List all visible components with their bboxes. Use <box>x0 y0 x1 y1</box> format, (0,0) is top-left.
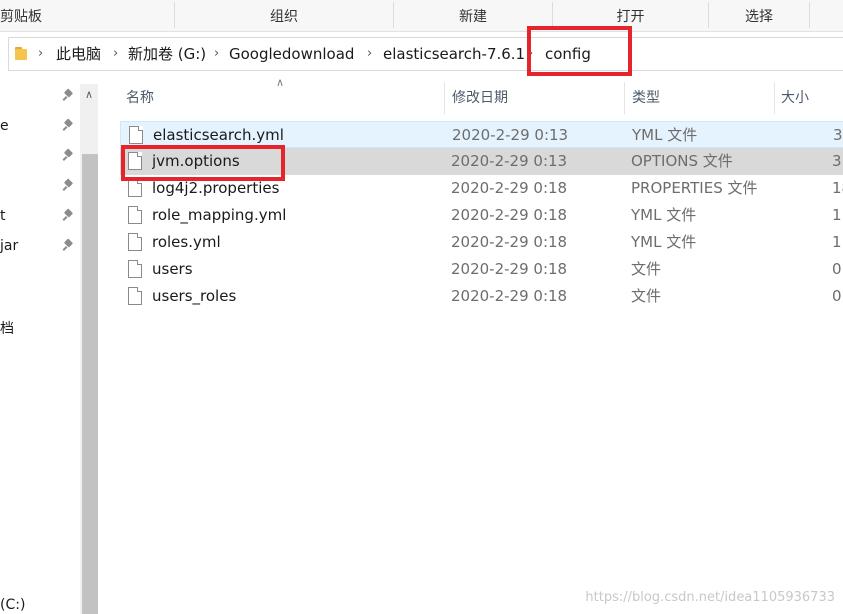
file-date: 2020-2-29 0:18 <box>451 260 568 278</box>
column-divider[interactable] <box>444 82 445 114</box>
file-row-users-roles[interactable]: users_roles 2020-2-29 0:18 文件 0 <box>120 283 843 310</box>
file-type: 文件 <box>631 260 662 278</box>
file-row-elasticsearch-yml[interactable]: elasticsearch.yml 2020-2-29 0:13 YML 文件 … <box>120 121 843 148</box>
breadcrumb-this-pc[interactable]: 此电脑 <box>56 38 101 70</box>
ribbon-group-labels: 剪贴板 组织 新建 打开 选择 <box>0 0 843 32</box>
chevron-right-icon[interactable]: › <box>113 38 118 70</box>
file-type: PROPERTIES 文件 <box>631 179 758 197</box>
file-icon <box>129 126 143 144</box>
ribbon-group-organize[interactable]: 组织 <box>175 0 393 32</box>
pin-icon[interactable] <box>62 208 74 222</box>
file-size: 1 <box>832 233 842 251</box>
column-header-date[interactable]: 修改日期 <box>452 86 508 110</box>
chevron-right-icon[interactable]: › <box>367 38 372 70</box>
pin-icon[interactable] <box>62 118 74 132</box>
file-row-roles-yml[interactable]: roles.yml 2020-2-29 0:18 YML 文件 1 <box>120 229 843 256</box>
nav-scrollbar-thumb[interactable] <box>82 154 98 614</box>
ribbon-divider <box>809 2 810 28</box>
scroll-up-arrow-icon[interactable]: ∧ <box>80 84 98 104</box>
file-icon <box>128 179 142 197</box>
sort-ascending-icon: ∧ <box>276 76 285 89</box>
file-icon <box>128 287 142 305</box>
column-header-type[interactable]: 类型 <box>632 86 660 110</box>
pin-icon[interactable] <box>62 148 74 162</box>
file-size: 18 <box>832 179 843 197</box>
nav-item-fragment[interactable]: t <box>0 208 6 224</box>
file-type: YML 文件 <box>632 126 698 144</box>
ribbon-group-clipboard[interactable]: 剪贴板 <box>0 0 58 32</box>
file-size: 3 <box>833 126 843 144</box>
column-header-size[interactable]: 大小 <box>781 86 809 110</box>
file-type: OPTIONS 文件 <box>631 152 733 170</box>
file-date: 2020-2-29 0:13 <box>452 126 569 144</box>
file-date: 2020-2-29 0:18 <box>451 179 568 197</box>
file-size: 0 <box>832 287 842 305</box>
file-name: role_mapping.yml <box>152 206 287 224</box>
address-bar[interactable]: › 此电脑 › 新加卷 (G:) › Googledownload › elas… <box>8 37 843 71</box>
breadcrumb-googledownload[interactable]: Googledownload <box>229 38 354 70</box>
file-icon <box>128 233 142 251</box>
nav-item-fragment[interactable]: e <box>0 118 9 134</box>
annotation-box-jvm-options <box>121 145 285 181</box>
file-type: YML 文件 <box>631 206 697 224</box>
file-type: 文件 <box>631 287 662 305</box>
file-row-role-mapping-yml[interactable]: role_mapping.yml 2020-2-29 0:18 YML 文件 1 <box>120 202 843 229</box>
nav-item-drive-c[interactable]: (C:) <box>0 597 25 613</box>
pin-icon[interactable] <box>62 178 74 192</box>
file-icon <box>128 260 142 278</box>
file-date: 2020-2-29 0:18 <box>451 206 568 224</box>
file-type: YML 文件 <box>631 233 697 251</box>
file-date: 2020-2-29 0:13 <box>451 152 568 170</box>
file-icon <box>128 206 142 224</box>
watermark: https://blog.csdn.net/idea1105936733 <box>585 590 835 605</box>
pin-icon[interactable] <box>62 238 74 252</box>
column-header-name[interactable]: 名称 <box>126 86 154 110</box>
file-name: roles.yml <box>152 233 221 251</box>
ribbon-group-select[interactable]: 选择 <box>709 0 809 32</box>
file-name: users <box>152 260 193 278</box>
chevron-right-icon[interactable]: › <box>38 38 43 70</box>
chevron-right-icon[interactable]: › <box>214 38 219 70</box>
folder-icon <box>15 47 29 60</box>
address-area: › 此电脑 › 新加卷 (G:) › Googledownload › elas… <box>0 32 843 76</box>
file-name: users_roles <box>152 287 237 305</box>
column-divider[interactable] <box>774 82 775 114</box>
annotation-box-config <box>527 26 632 76</box>
pin-icon[interactable] <box>62 88 74 102</box>
nav-item-fragment[interactable]: jar <box>0 238 18 254</box>
breadcrumb-drive-g[interactable]: 新加卷 (G:) <box>128 38 206 70</box>
breadcrumb-elasticsearch[interactable]: elasticsearch-7.6.1 <box>383 38 525 70</box>
file-row-users[interactable]: users 2020-2-29 0:18 文件 0 <box>120 256 843 283</box>
column-divider[interactable] <box>624 82 625 114</box>
file-size: 1 <box>832 206 842 224</box>
file-date: 2020-2-29 0:18 <box>451 287 568 305</box>
navigation-pane: e t jar 档 (C:) ∧ <box>0 76 100 614</box>
file-size: 0 <box>832 260 842 278</box>
file-size: 3 <box>832 152 842 170</box>
file-date: 2020-2-29 0:18 <box>451 233 568 251</box>
nav-item-fragment[interactable]: 档 <box>0 318 14 338</box>
